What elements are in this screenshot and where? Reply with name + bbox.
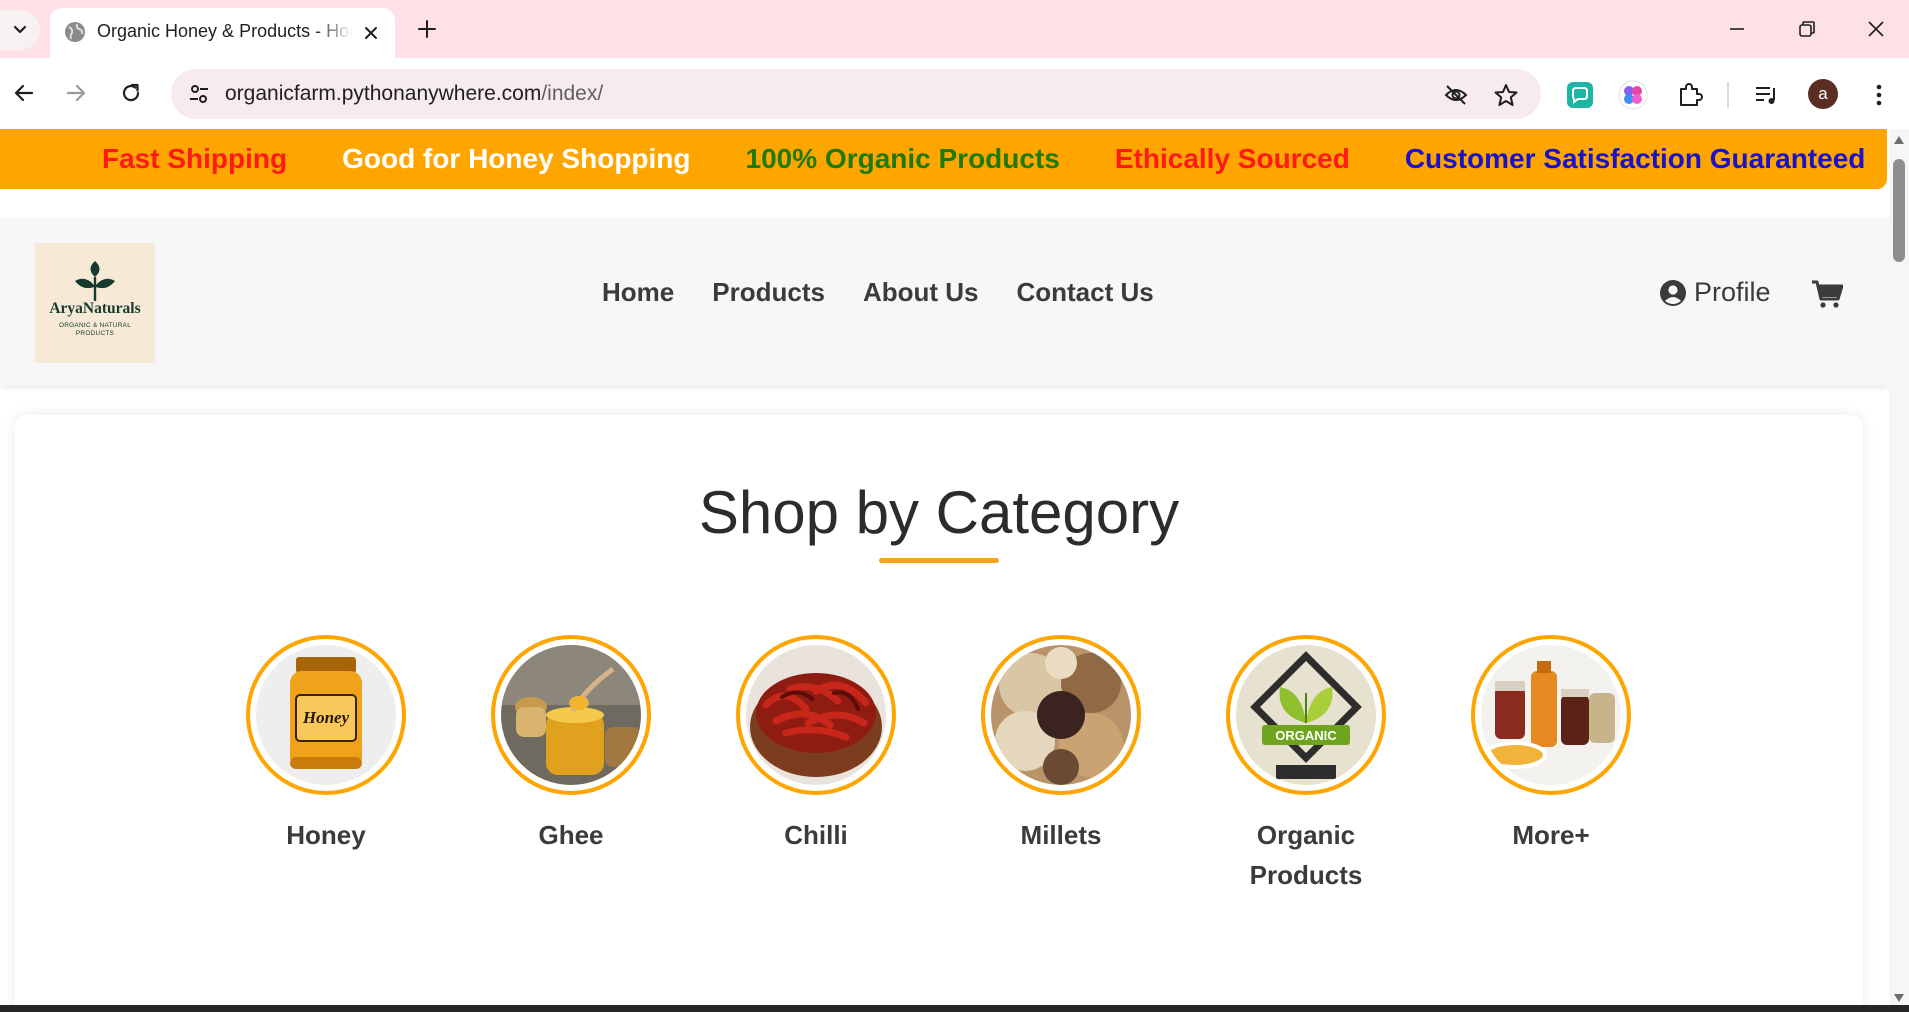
nav-products[interactable]: Products [712, 277, 825, 317]
cart-icon[interactable] [1811, 279, 1843, 309]
scroll-thumb[interactable] [1893, 159, 1905, 262]
category-image-frame [981, 635, 1141, 795]
globe-icon [65, 22, 85, 42]
svg-text:Honey: Honey [302, 708, 350, 727]
category-label: Chilli [784, 820, 848, 850]
page-viewport: Fast Shipping Good for Honey Shopping 10… [0, 129, 1889, 1005]
main-nav: Home Products About Us Contact Us [602, 277, 1154, 317]
chevron-down-icon [13, 25, 27, 34]
category-organic-products[interactable]: ORGANIC Organic Products [1206, 635, 1406, 895]
arrow-right-icon[interactable] [63, 80, 89, 106]
browser-toolbar: organicfarm.pythonanywhere.com/index/ a [0, 58, 1909, 129]
category-image-frame [491, 635, 651, 795]
chilli-image [746, 645, 886, 785]
more-products-image [1481, 645, 1621, 785]
marquee-item: Ethically Sourced [1114, 143, 1350, 174]
restore-icon[interactable] [1795, 17, 1819, 41]
tab-title: Organic Honey & Products - Home [97, 21, 353, 41]
promo-marquee: Fast Shipping Good for Honey Shopping 10… [0, 129, 1887, 189]
leaf-logo-icon [75, 261, 115, 301]
category-label: Organic Products [1249, 820, 1363, 890]
marquee-track: Fast Shipping Good for Honey Shopping 10… [102, 129, 1887, 189]
scroll-down-arrow[interactable] [1894, 994, 1904, 1002]
url-text[interactable]: organicfarm.pythonanywhere.com/index/ [225, 82, 603, 106]
marquee-item: Good for Honey Shopping [342, 143, 691, 174]
browser-tab-bar: Organic Honey & Products - Home [0, 0, 1909, 58]
organic-badge-image: ORGANIC [1236, 645, 1376, 785]
tune-icon[interactable] [187, 82, 211, 106]
media-control-icon[interactable] [1752, 80, 1782, 110]
chat-extension-icon[interactable] [1565, 80, 1595, 110]
minimize-icon[interactable] [1725, 17, 1749, 41]
category-ghee[interactable]: Ghee [471, 635, 671, 855]
window-bottom-edge [0, 1005, 1909, 1012]
category-millets[interactable]: Millets [961, 635, 1161, 855]
category-image-frame [736, 635, 896, 795]
kebab-menu-icon[interactable] [1864, 80, 1894, 110]
toolbar-divider [1727, 82, 1729, 108]
tab-search-button[interactable] [0, 10, 40, 50]
logo-name: AryaNaturals [49, 300, 141, 317]
close-icon[interactable] [361, 23, 381, 43]
site-logo[interactable]: AryaNaturals ORGANIC & NATURAL PRODUCTS [35, 243, 155, 363]
scroll-up-arrow[interactable] [1894, 136, 1904, 144]
svg-text:ORGANIC: ORGANIC [1275, 728, 1337, 743]
honey-jar-image: Honey [256, 645, 396, 785]
nav-about-us[interactable]: About Us [863, 277, 979, 317]
category-image-frame [1471, 635, 1631, 795]
arrow-left-icon[interactable] [11, 80, 37, 106]
profile-avatar[interactable]: a [1808, 79, 1838, 109]
url-path: /index/ [541, 82, 604, 105]
address-bar[interactable]: organicfarm.pythonanywhere.com/index/ [171, 69, 1541, 119]
category-label: Ghee [538, 820, 604, 850]
category-label: Millets [1020, 820, 1102, 850]
marquee-item: 100% Organic Products [745, 143, 1060, 174]
user-circle-icon [1660, 279, 1686, 306]
logo-tagline-line: ORGANIC & NATURAL [58, 322, 132, 329]
category-image-frame: Honey [246, 635, 406, 795]
category-label: More+ [1512, 820, 1590, 850]
url-domain: organicfarm.pythonanywhere.com [225, 82, 542, 105]
section-title: Shop by Category [698, 479, 1180, 546]
marquee-item: Fast Shipping [102, 143, 288, 174]
brain-extension-icon[interactable] [1618, 80, 1648, 110]
shop-by-category-section: Shop by Category Honey Honey Ghee Chilli… [15, 415, 1863, 1005]
eye-off-icon[interactable] [1443, 82, 1469, 108]
reload-icon[interactable] [118, 80, 144, 106]
marquee-item: Customer Satisfaction Guaranteed [1404, 143, 1866, 174]
profile-label: Profile [1694, 277, 1771, 307]
profile-link[interactable]: Profile [1660, 277, 1771, 308]
category-label: Honey [286, 820, 366, 850]
active-tab[interactable]: Organic Honey & Products - Home [50, 8, 395, 58]
logo-tagline-line: PRODUCTS [75, 330, 115, 337]
category-more[interactable]: More+ [1451, 635, 1651, 855]
millets-image [991, 645, 1131, 785]
site-header: AryaNaturals ORGANIC & NATURAL PRODUCTS … [0, 218, 1889, 385]
title-underline [879, 558, 999, 563]
plus-icon[interactable] [415, 17, 439, 41]
star-icon[interactable] [1493, 82, 1519, 108]
category-honey[interactable]: Honey Honey [226, 635, 426, 855]
nav-home[interactable]: Home [602, 277, 674, 317]
logo-tagline: ORGANIC & NATURAL PRODUCTS [35, 322, 155, 338]
puzzle-icon[interactable] [1675, 80, 1705, 110]
category-image-frame: ORGANIC [1226, 635, 1386, 795]
close-window-icon[interactable] [1864, 17, 1888, 41]
category-chilli[interactable]: Chilli [716, 635, 916, 855]
page-scrollbar[interactable] [1889, 129, 1909, 1005]
ghee-image [501, 645, 641, 785]
nav-contact-us[interactable]: Contact Us [1016, 277, 1153, 317]
